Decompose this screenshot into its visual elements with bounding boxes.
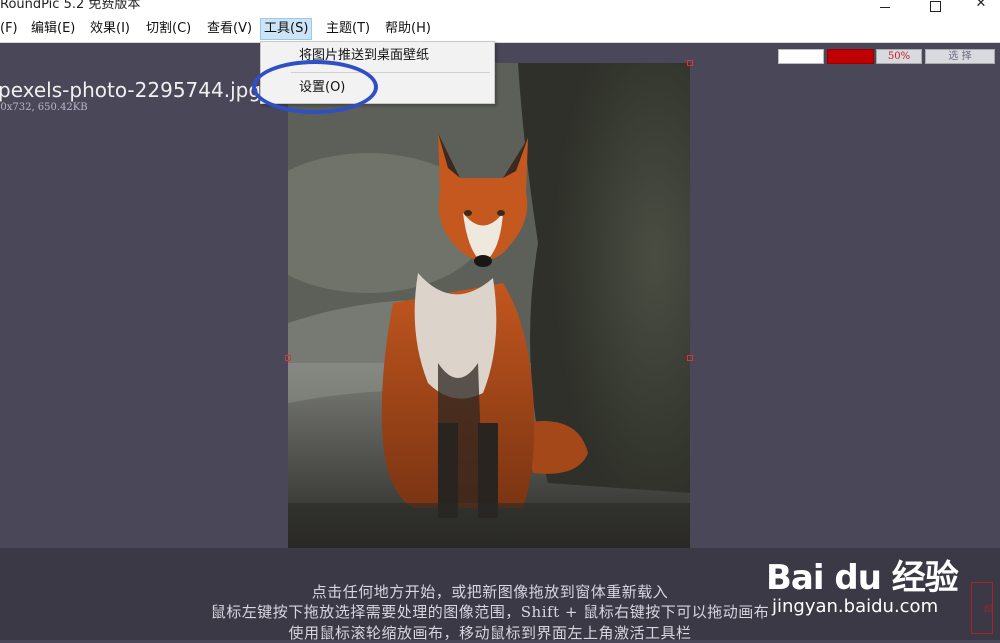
menu-separator	[291, 72, 490, 73]
resize-handle-left[interactable]	[285, 355, 291, 361]
menu-tools[interactable]: 工具(S)	[260, 18, 313, 40]
baidu-watermark: Bai du 经验 jingyan.baidu.com	[766, 532, 959, 622]
select-button[interactable]: 选 择	[925, 49, 995, 64]
close-icon: ✕	[975, 0, 987, 11]
menu-edit[interactable]: 编辑(E)	[28, 19, 78, 39]
menu-theme[interactable]: 主题(T)	[323, 19, 373, 39]
seal-stamp: 印	[971, 582, 993, 634]
fox-photo	[288, 63, 690, 555]
minimize-icon	[880, 6, 890, 8]
menu-item-push-wallpaper[interactable]: 将图片推送到桌面壁纸	[262, 44, 493, 68]
baidu-logo: Bai du 经验	[766, 558, 959, 598]
background-white-swatch[interactable]	[778, 49, 824, 64]
menu-item-settings[interactable]: 设置(O)	[262, 76, 493, 100]
menu-file[interactable]: (F)	[0, 19, 21, 39]
window-title: RoundPic 5.2 免费版本	[0, 0, 141, 12]
menu-help[interactable]: 帮助(H)	[382, 19, 434, 39]
background-red-swatch[interactable]	[827, 49, 874, 64]
menu-view[interactable]: 查看(V)	[204, 19, 255, 39]
menu-bar: (F) 编辑(E) 效果(I) 切割(C) 查看(V) 工具(S) 主题(T) …	[0, 16, 1000, 43]
menu-effects[interactable]: 效果(I)	[87, 19, 133, 39]
menu-cut[interactable]: 切割(C)	[143, 19, 194, 39]
resize-handle-right[interactable]	[687, 355, 693, 361]
file-name: pexels-photo-2295744.jpg	[0, 78, 262, 102]
file-info: 00x732, 650.42KB	[0, 102, 88, 113]
close-button[interactable]: ✕	[958, 0, 1000, 16]
title-bar: RoundPic 5.2 免费版本 ✕	[0, 0, 1000, 16]
resize-handle-top-right[interactable]	[687, 60, 693, 66]
tools-dropdown: 将图片推送到桌面壁纸 设置(O)	[260, 41, 495, 104]
zoom-level[interactable]: 50%	[876, 49, 922, 64]
maximize-button[interactable]	[912, 0, 958, 16]
minimize-button[interactable]	[862, 0, 908, 16]
maximize-icon	[929, 0, 941, 12]
image-canvas[interactable]	[288, 63, 690, 555]
watermark-url: jingyan.baidu.com	[772, 596, 939, 617]
